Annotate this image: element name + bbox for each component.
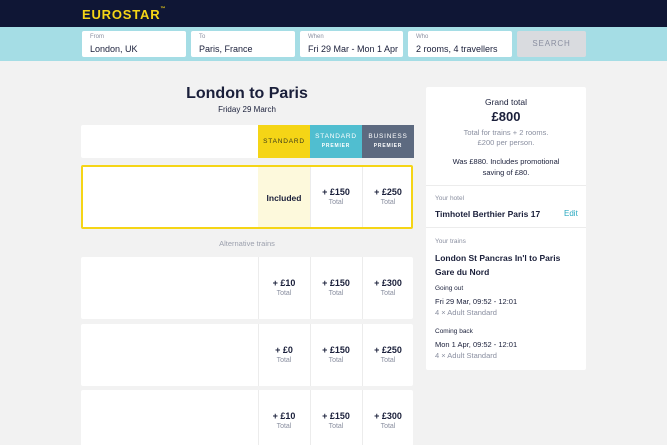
alternative-train-row[interactable]: + £0 Total + £150 Total + £250 Total <box>81 324 413 386</box>
standard-premier-fare-cell[interactable]: + £150 Total <box>310 167 361 227</box>
business-premier-class-header: BUSINESS PREMIER <box>362 125 414 158</box>
business-premier-fare-cell[interactable]: + £300 Total <box>362 390 413 445</box>
grand-total-price: £800 <box>491 109 521 124</box>
standard-premier-fare-cell[interactable]: + £150 Total <box>310 324 361 386</box>
selected-train-row[interactable]: Included + £150 Total + £250 Total <box>81 165 413 229</box>
when-label: When <box>308 34 324 40</box>
from-value: London, UK <box>90 44 138 54</box>
from-field[interactable]: From London, UK <box>82 31 186 57</box>
from-label: From <box>90 34 104 40</box>
booking-summary-panel: Grand total £800 Total for trains + 2 ro… <box>426 87 586 370</box>
train-route: London St Pancras In'l to Paris Gare du N… <box>435 253 561 277</box>
hotel-name: Timhotel Berthier Paris 17 <box>435 209 541 219</box>
promotional-saving-note: Was £880. Includes promotional saving of … <box>452 157 560 177</box>
business-premier-fare-cell[interactable]: + £250 Total <box>362 167 413 227</box>
going-out-tickets: 4 × Adult Standard <box>435 308 497 317</box>
class-header-row: STANDARD STANDARD PREMIER BUSINESS PREMI… <box>81 125 414 158</box>
when-value: Fri 29 Mar - Mon 1 Apr <box>308 44 399 54</box>
eurostar-logo[interactable]: EUROSTAR™ <box>82 6 165 22</box>
standard-premier-fare-cell[interactable]: + £150 Total <box>310 257 361 319</box>
standard-fare-cell[interactable]: + £10 Total <box>258 257 309 319</box>
when-field[interactable]: When Fri 29 Mar - Mon 1 Apr <box>300 31 403 57</box>
route-date: Friday 29 March <box>218 105 276 114</box>
coming-back-tickets: 4 × Adult Standard <box>435 351 497 360</box>
per-person-price: £200 per person. <box>477 138 535 147</box>
search-button[interactable]: SEARCH <box>517 31 586 57</box>
to-value: Paris, France <box>199 44 253 54</box>
who-value: 2 rooms, 4 travellers <box>416 44 498 54</box>
grand-total-label: Grand total <box>484 97 528 107</box>
going-out-time: Fri 29 Mar, 09:52 - 12:01 <box>435 297 518 306</box>
divider <box>426 227 586 228</box>
who-field[interactable]: Who 2 rooms, 4 travellers <box>408 31 512 57</box>
total-description: Total for trains + 2 rooms. <box>463 128 549 137</box>
your-hotel-label: Your hotel <box>435 195 465 202</box>
your-trains-label: Your trains <box>435 238 466 245</box>
top-bar: EUROSTAR™ <box>0 0 667 27</box>
divider <box>426 185 586 186</box>
alternative-train-row[interactable]: + £10 Total + £150 Total + £300 Total <box>81 390 413 445</box>
to-field[interactable]: To Paris, France <box>191 31 295 57</box>
standard-fare-cell[interactable]: Included <box>258 167 310 227</box>
coming-back-label: Coming back <box>435 328 473 335</box>
to-label: To <box>199 34 206 40</box>
coming-back-time: Mon 1 Apr, 09:52 - 12:01 <box>435 340 518 349</box>
alternative-train-row[interactable]: + £10 Total + £150 Total + £300 Total <box>81 257 413 319</box>
alternative-trains-label: Alternative trains <box>219 239 275 248</box>
route-title: London to Paris <box>186 85 308 102</box>
business-premier-fare-cell[interactable]: + £250 Total <box>362 324 413 386</box>
going-out-label: Going out <box>435 285 464 292</box>
standard-class-header: STANDARD <box>258 125 310 158</box>
standard-premier-class-header: STANDARD PREMIER <box>310 125 362 158</box>
standard-premier-fare-cell[interactable]: + £150 Total <box>310 390 361 445</box>
standard-fare-cell[interactable]: + £10 Total <box>258 390 309 445</box>
edit-hotel-link[interactable]: Edit <box>564 209 578 218</box>
business-premier-fare-cell[interactable]: + £300 Total <box>362 257 413 319</box>
standard-fare-cell[interactable]: + £0 Total <box>258 324 309 386</box>
who-label: Who <box>416 34 429 40</box>
search-bar: From London, UK To Paris, France When Fr… <box>0 27 667 61</box>
